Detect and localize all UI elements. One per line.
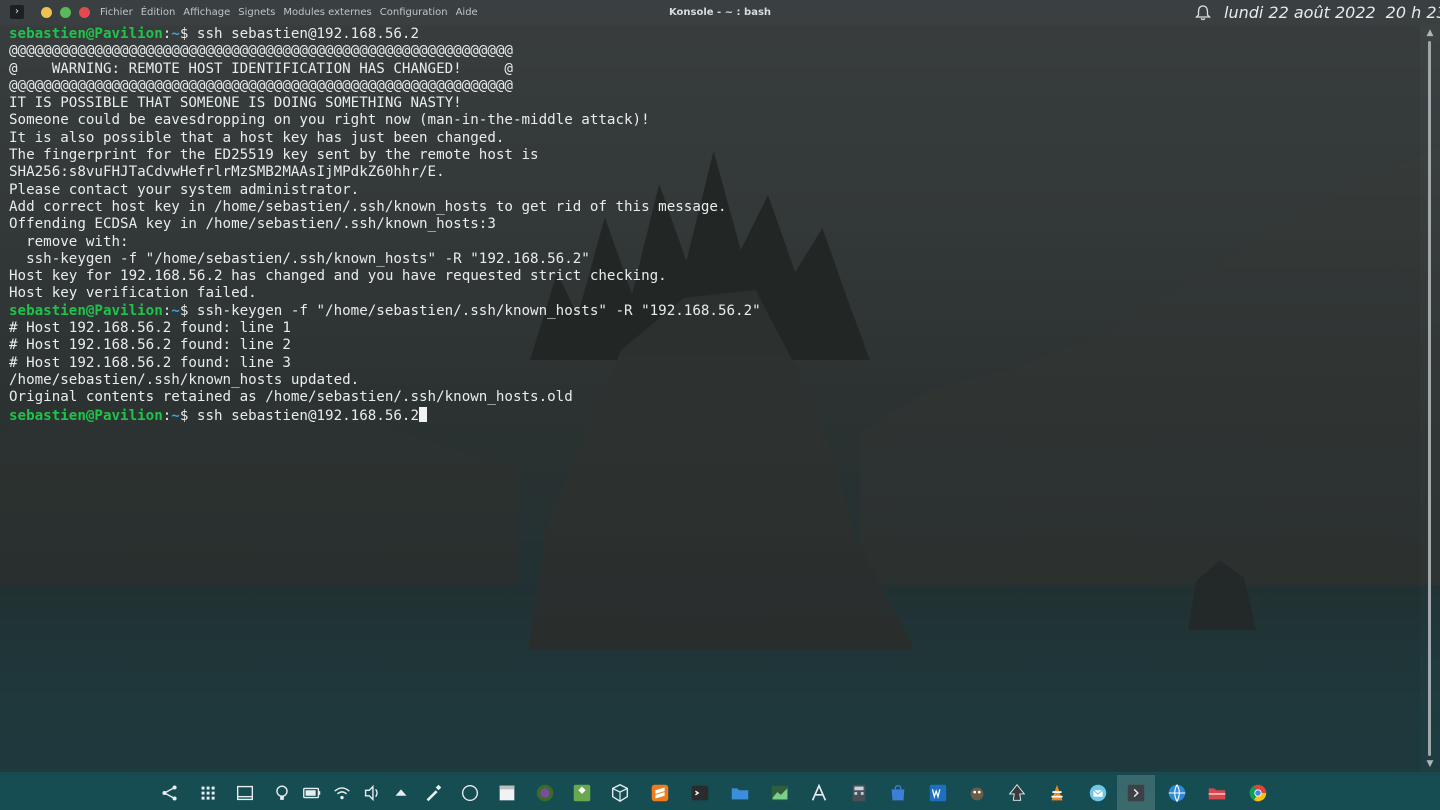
konsole-icon[interactable] — [1124, 781, 1148, 805]
folder-blue-icon[interactable] — [728, 781, 752, 805]
terminal-scrollbar[interactable]: ▲ ▼ — [1420, 25, 1440, 772]
terminal-output-line: remove with: — [9, 233, 129, 250]
terminal-view[interactable]: sebastien@Pavilion:~$ ssh sebastien@192.… — [0, 25, 1420, 772]
prompt-separator: : — [162, 26, 172, 42]
terminal-output-line: Host key for 192.168.56.2 has changed an… — [9, 268, 667, 285]
kde-connect-icon[interactable] — [158, 781, 182, 805]
gimp-icon[interactable] — [965, 781, 989, 805]
terminal-output-line: Host key verification failed. — [9, 285, 257, 302]
konsole-app-icon[interactable]: › — [10, 5, 24, 19]
terminal-launcher-icon[interactable] — [688, 781, 712, 805]
menu-edition[interactable]: Édition — [141, 7, 176, 18]
terminal-output-line: It is also possible that a host key has … — [9, 129, 505, 146]
terminal-output-line: @@@@@@@@@@@@@@@@@@@@@@@@@@@@@@@@@@@@@@@@… — [9, 77, 513, 94]
virtualbox-icon[interactable] — [608, 781, 632, 805]
minimize-button[interactable] — [41, 7, 52, 18]
menu-configuration[interactable]: Configuration — [380, 7, 448, 18]
battery-icon[interactable] — [300, 781, 324, 805]
tray-arrow-up-icon[interactable] — [389, 781, 413, 805]
prompt-user-host: sebastien@Pavilion — [9, 407, 163, 424]
maximize-button[interactable] — [60, 7, 71, 18]
terminal-output-line: @@@@@@@@@@@@@@@@@@@@@@@@@@@@@@@@@@@@@@@@… — [9, 43, 513, 60]
calculator-icon[interactable] — [847, 781, 871, 805]
taskbar — [0, 775, 1440, 810]
text-cursor — [419, 406, 428, 422]
terminal-prompt-line: sebastien@Pavilion:~$ ssh sebastien@192.… — [9, 26, 761, 43]
inkscape-icon[interactable] — [1005, 781, 1029, 805]
terminal-output: sebastien@Pavilion:~$ ssh sebastien@192.… — [9, 26, 761, 424]
menu-fichier[interactable]: Fichier — [100, 7, 133, 18]
notes-icon[interactable] — [495, 781, 519, 805]
prompt-path: ~ — [171, 407, 180, 424]
menu-modules-externes[interactable]: Modules externes — [283, 7, 371, 18]
clock-time: 20 h 23 — [1385, 3, 1440, 22]
terminal-output-line: /home/sebastien/.ssh/known_hosts updated… — [9, 371, 360, 388]
menubar: Fichier Édition Affichage Signets Module… — [100, 0, 478, 25]
bulb-icon[interactable] — [270, 781, 294, 805]
terminal-output-line: Offending ECDSA key in /home/sebastien/.… — [9, 216, 496, 233]
menu-aide[interactable]: Aide — [456, 7, 478, 18]
package-installer-icon[interactable] — [570, 781, 594, 805]
terminal-output-line: Original contents retained as /home/seba… — [9, 389, 573, 406]
show-desktop-icon[interactable] — [233, 781, 257, 805]
prompt-separator: : — [162, 302, 172, 319]
chrome-icon[interactable] — [1246, 781, 1270, 805]
prompt-separator: : — [162, 407, 172, 424]
command-text: ssh sebastien@192.168.56.2 — [188, 26, 420, 42]
terminal-prompt-line: sebastien@Pavilion:~$ ssh-keygen -f "/ho… — [9, 303, 761, 320]
app-grid-icon[interactable] — [196, 781, 220, 805]
terminal-output-line: # Host 192.168.56.2 found: line 3 — [9, 354, 291, 371]
prompt-user-host: sebastien@Pavilion — [9, 26, 163, 42]
terminal-output-line: The fingerprint for the ED25519 key sent… — [9, 147, 539, 164]
system-monitor-icon[interactable] — [768, 781, 792, 805]
terminal-output-line: ssh-keygen -f "/home/sebastien/.ssh/know… — [9, 250, 590, 267]
menu-signets[interactable]: Signets — [238, 7, 275, 18]
terminal-output-line: # Host 192.168.56.2 found: line 2 — [9, 337, 291, 354]
scroll-up-arrow-icon[interactable]: ▲ — [1424, 28, 1436, 38]
wifi-icon[interactable] — [330, 781, 354, 805]
font-viewer-icon[interactable] — [807, 781, 831, 805]
window-titlebar: › Fichier Édition Affichage Signets Modu… — [0, 0, 1440, 25]
command-text: ssh sebastien@192.168.56.2 — [188, 407, 420, 424]
terminal-output-line: Please contact your system administrator… — [9, 181, 360, 198]
vlc-icon[interactable] — [1045, 781, 1069, 805]
terminal-prompt-line: sebastien@Pavilion:~$ ssh sebastien@192.… — [9, 406, 761, 424]
close-button[interactable] — [79, 7, 90, 18]
menu-affichage[interactable]: Affichage — [183, 7, 230, 18]
volume-icon[interactable] — [360, 781, 384, 805]
mail-icon[interactable] — [1086, 781, 1110, 805]
clock[interactable]: lundi 22 août 2022 20 h 23 — [1224, 0, 1440, 25]
prompt-user-host: sebastien@Pavilion — [9, 302, 163, 319]
word-processor-icon[interactable] — [926, 781, 950, 805]
command-text: ssh-keygen -f "/home/sebastien/.ssh/know… — [188, 302, 761, 319]
file-manager-red-icon[interactable] — [1205, 781, 1229, 805]
firefox-icon[interactable] — [533, 781, 557, 805]
notification-bell-icon[interactable] — [1194, 4, 1212, 21]
store-icon[interactable] — [886, 781, 910, 805]
sublime-text-icon[interactable] — [648, 781, 672, 805]
clock-date: lundi 22 août 2022 — [1224, 3, 1376, 22]
terminal-output-line: Add correct host key in /home/sebastien/… — [9, 198, 727, 215]
terminal-output-line: @ WARNING: REMOTE HOST IDENTIFICATION HA… — [9, 60, 513, 77]
terminal-output-line: Someone could be eavesdropping on you ri… — [9, 112, 650, 129]
terminal-output-line: SHA256:s8vuFHJTaCdvwHefrlrMzSMB2MAAsIjMP… — [9, 164, 445, 181]
scroll-down-arrow-icon[interactable]: ▼ — [1424, 759, 1436, 769]
prompt-path: ~ — [171, 302, 180, 319]
scrollbar-thumb[interactable] — [1428, 41, 1431, 756]
terminal-output-line: # Host 192.168.56.2 found: line 1 — [9, 320, 291, 337]
color-picker-icon[interactable] — [421, 781, 445, 805]
prompt-path: ~ — [171, 26, 180, 42]
circle-launcher-icon[interactable] — [458, 781, 482, 805]
browser-globe-icon[interactable] — [1165, 781, 1189, 805]
terminal-output-line: IT IS POSSIBLE THAT SOMEONE IS DOING SOM… — [9, 95, 462, 112]
